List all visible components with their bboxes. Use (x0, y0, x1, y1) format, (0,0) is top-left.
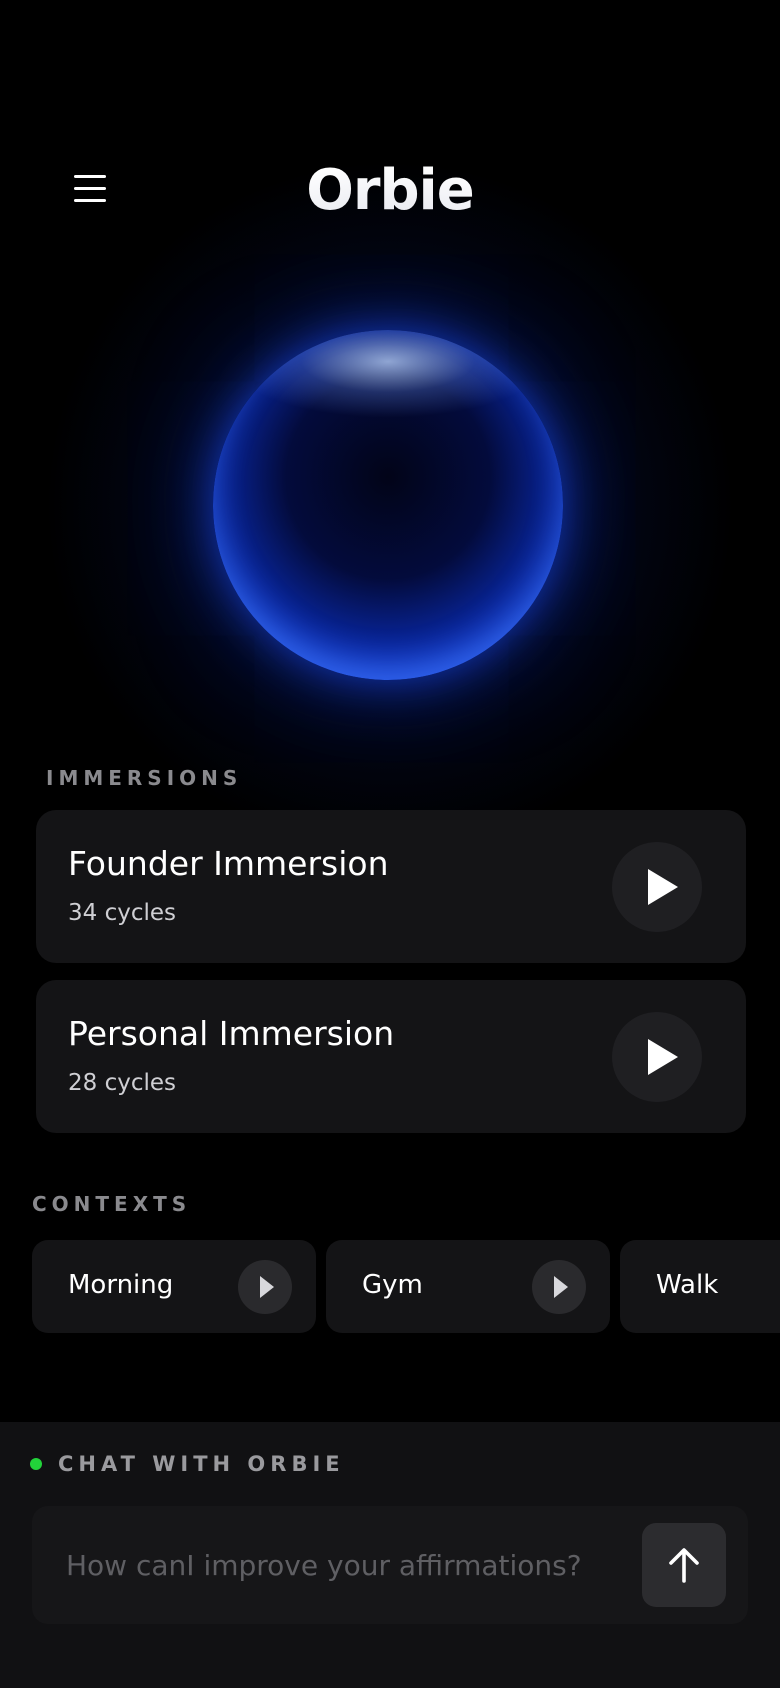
chat-panel: CHAT WITH ORBIE (0, 1422, 780, 1688)
chat-input-container (32, 1506, 748, 1624)
immersions-section-label: IMMERSIONS (46, 766, 243, 790)
play-button[interactable] (612, 842, 702, 932)
play-icon (554, 1276, 568, 1298)
immersion-cycles: 28 cycles (68, 1070, 177, 1096)
immersion-title: Personal Immersion (68, 1014, 395, 1053)
orb-sphere[interactable] (213, 330, 563, 680)
immersion-cycles: 34 cycles (68, 900, 177, 926)
context-play-button[interactable] (532, 1260, 586, 1314)
context-label: Morning (68, 1270, 174, 1300)
context-label: Walk (656, 1270, 719, 1300)
context-card-walk[interactable]: Walk (620, 1240, 780, 1333)
send-button[interactable] (642, 1523, 726, 1607)
context-card-gym[interactable]: Gym (326, 1240, 610, 1333)
chat-label: CHAT WITH ORBIE (58, 1452, 345, 1476)
app-screen: Orbie IMMERSIONS Founder Immersion 34 cy… (0, 0, 780, 1688)
play-button[interactable] (612, 1012, 702, 1102)
immersion-title: Founder Immersion (68, 844, 389, 883)
context-card-morning[interactable]: Morning (32, 1240, 316, 1333)
immersion-card-founder[interactable]: Founder Immersion 34 cycles (36, 810, 746, 963)
immersion-card-personal[interactable]: Personal Immersion 28 cycles (36, 980, 746, 1133)
contexts-section-label: CONTEXTS (32, 1192, 192, 1216)
play-icon (648, 869, 678, 905)
arrow-up-icon (669, 1548, 699, 1583)
chat-input[interactable] (64, 1534, 628, 1596)
play-icon (260, 1276, 274, 1298)
context-label: Gym (362, 1270, 423, 1300)
play-icon (648, 1039, 678, 1075)
online-status-dot (30, 1458, 42, 1470)
context-play-button[interactable] (238, 1260, 292, 1314)
